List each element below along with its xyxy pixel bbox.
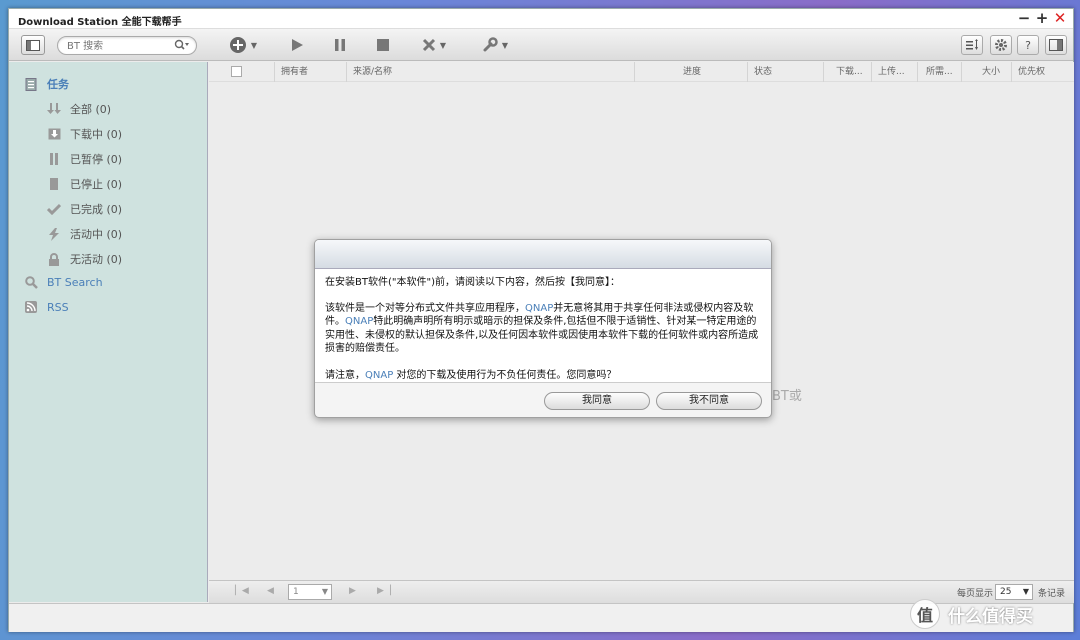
window-title: Download Station 全能下载帮手 <box>18 17 182 28</box>
sidebar-item-inactive[interactable]: 无活动 (0) <box>47 251 122 267</box>
sidebar-item-label: 已完成 (0) <box>70 203 123 216</box>
chevron-down-icon: ▼ <box>321 587 328 596</box>
sidebar-item-active[interactable]: 活动中 (0) <box>47 226 122 242</box>
sidebar-item-completed[interactable]: 已完成 (0) <box>47 201 122 217</box>
sidebar-section-tasks[interactable]: 任务 <box>24 76 69 92</box>
minimize-button[interactable]: − <box>1015 10 1033 26</box>
next-page-icon[interactable]: ▶ <box>349 586 356 596</box>
records-label: 条记录 <box>1038 589 1066 599</box>
chevron-down-icon: ▼ <box>1022 587 1029 596</box>
brand-logo-icon: 值 <box>910 599 940 629</box>
sort-icon <box>966 39 978 50</box>
column-header-priority[interactable]: 优先权 <box>1011 62 1067 82</box>
bt-search-box[interactable] <box>57 36 197 55</box>
sidebar-item-downloading[interactable]: 下载中 (0) <box>47 126 122 142</box>
disagree-button[interactable]: 我不同意 <box>656 392 762 410</box>
stop-icon <box>47 177 61 191</box>
remove-button[interactable]: ▼ <box>414 34 454 56</box>
sidebar-item-bt-search[interactable]: BT Search <box>24 275 103 289</box>
sidebar-item-label: BT Search <box>47 275 103 289</box>
chevron-down-icon: ▼ <box>439 40 447 50</box>
title-bar: Download Station 全能下载帮手 − + ✕ <box>9 9 1073 29</box>
sidebar-item-label: 全部 (0) <box>70 103 112 116</box>
per-page-select[interactable]: 25 ▼ <box>995 584 1033 600</box>
sidebar-item-label: 无活动 (0) <box>70 253 123 266</box>
first-page-icon[interactable]: ▏◀ <box>235 586 249 596</box>
toolbar: ▼ ▼ ▼ ? <box>9 29 1073 61</box>
per-page-value: 25 <box>1000 587 1012 597</box>
pause-button[interactable] <box>330 34 350 56</box>
license-agreement-dialog: 在安装BT软件("本软件")前，请阅读以下内容，然后按【我同意】： 该软件是一个… <box>314 239 772 418</box>
dialog-header <box>315 240 771 269</box>
column-header-size[interactable]: 大小 <box>961 62 1011 82</box>
brand-text: 什么值得买 <box>948 606 1033 627</box>
remove-icon <box>422 38 435 52</box>
site-watermark: 值 什么值得买 <box>910 599 1033 629</box>
column-header-source[interactable]: 来源/名称 <box>346 62 634 82</box>
dialog-disclaimer-text: 该软件是一个对等分布式文件共享应用程序，QNAP并无意将其用于共享任何非法或侵权… <box>325 302 759 355</box>
chevron-down-icon: ▼ <box>501 40 509 50</box>
sidebar-section-label: 任务 <box>47 78 69 91</box>
column-header-owner[interactable]: 拥有者 <box>274 62 346 82</box>
panel-icon <box>1049 39 1063 51</box>
add-button[interactable]: ▼ <box>223 34 263 56</box>
play-icon <box>292 39 303 51</box>
start-button[interactable] <box>287 34 307 56</box>
sidebar-item-label: RSS <box>47 300 69 314</box>
column-header-download-rate[interactable]: 下载... <box>823 62 871 82</box>
stop-button[interactable] <box>373 34 393 56</box>
stop-icon <box>377 39 389 51</box>
settings-button[interactable] <box>990 35 1012 55</box>
dialog-body: 在安装BT软件("本软件")前，请阅读以下内容，然后按【我同意】： 该软件是一个… <box>315 269 771 383</box>
maximize-button[interactable]: + <box>1033 10 1051 26</box>
download-arrows-icon <box>47 102 61 116</box>
lock-icon <box>47 252 61 266</box>
sidebar: 任务 全部 (0) 下载中 (0) 已暂停 (0) 已停止 (0) 已完成 (0… <box>9 62 208 602</box>
table-header: 拥有者 来源/名称 进度 状态 下载... 上传... 所需... 大小 优先权 <box>209 62 1074 82</box>
task-list-icon <box>24 77 38 91</box>
sidebar-toggle-icon <box>26 39 40 51</box>
per-page-label: 每页显示 <box>957 589 994 599</box>
settings-menu-button[interactable]: ▼ <box>475 34 515 56</box>
chevron-down-icon: ▼ <box>250 40 258 50</box>
sidebar-item-label: 已停止 (0) <box>70 178 123 191</box>
sidebar-item-rss[interactable]: RSS <box>24 300 69 314</box>
sidebar-item-label: 活动中 (0) <box>70 228 123 241</box>
page-number: 1 <box>293 587 299 597</box>
bolt-icon <box>47 227 61 241</box>
search-input[interactable] <box>67 39 167 53</box>
dialog-intro-text: 在安装BT软件("本软件")前，请阅读以下内容，然后按【我同意】： <box>325 277 620 288</box>
sort-button[interactable] <box>961 35 983 55</box>
help-button[interactable]: ? <box>1017 35 1039 55</box>
sidebar-toggle-button[interactable] <box>21 35 45 55</box>
prev-page-icon[interactable]: ◀ <box>267 586 274 596</box>
column-header-status[interactable]: 状态 <box>747 62 823 82</box>
background-hint-text: BT或 <box>772 389 802 404</box>
sidebar-item-stopped[interactable]: 已停止 (0) <box>47 176 122 192</box>
last-page-icon[interactable]: ▶▕ <box>377 586 391 596</box>
column-header-progress[interactable]: 进度 <box>634 62 747 82</box>
search-icon[interactable] <box>174 39 190 54</box>
dialog-question-text: 请注意，QNAP 对您的下载及使用行为不负任何责任。您同意吗？ <box>325 369 617 381</box>
close-button[interactable]: ✕ <box>1051 10 1069 26</box>
pause-icon <box>47 152 61 166</box>
downloading-icon <box>47 127 61 141</box>
column-header-upload-rate[interactable]: 上传... <box>871 62 917 82</box>
search-icon <box>24 275 38 289</box>
sidebar-item-all[interactable]: 全部 (0) <box>47 101 111 117</box>
page-number-field[interactable]: 1 ▼ <box>288 584 332 600</box>
pause-icon <box>335 39 345 51</box>
check-icon <box>47 202 61 216</box>
agree-button[interactable]: 我同意 <box>544 392 650 410</box>
column-header-required[interactable]: 所需... <box>917 62 961 82</box>
panel-button[interactable] <box>1045 35 1067 55</box>
wrench-icon <box>483 37 498 52</box>
gear-icon <box>995 39 1007 51</box>
sidebar-item-paused[interactable]: 已暂停 (0) <box>47 151 122 167</box>
sidebar-item-label: 下载中 (0) <box>70 128 123 141</box>
sidebar-item-label: 已暂停 (0) <box>70 153 123 166</box>
select-all-checkbox[interactable] <box>231 66 242 77</box>
add-icon <box>229 37 246 53</box>
rss-icon <box>24 300 38 314</box>
